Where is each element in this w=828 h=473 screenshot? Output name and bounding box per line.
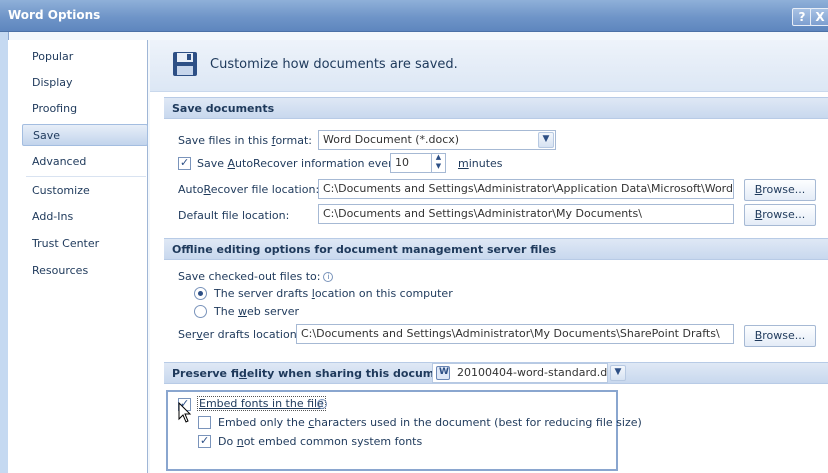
sidebar-item-resources[interactable]: Resources (32, 260, 88, 282)
fidelity-document-value: 20100404-word-standard.doc (457, 366, 608, 379)
embed-characters-checkbox[interactable] (198, 416, 211, 429)
close-button[interactable]: X (810, 8, 828, 26)
no-common-fonts-checkbox[interactable] (198, 434, 211, 448)
sidebar-item-popular[interactable]: Popular (32, 46, 73, 68)
floppy-disk-icon (173, 52, 197, 76)
word-document-icon (436, 366, 450, 380)
sidebar-item-display[interactable]: Display (32, 72, 73, 94)
minutes-label: minutes (458, 157, 503, 170)
fidelity-document-select[interactable]: 20100404-word-standard.doc (432, 363, 608, 383)
server-drafts-radio[interactable] (194, 287, 207, 300)
title-bar: Word Options ? X (0, 0, 828, 32)
section-save-documents: Save documents (164, 97, 828, 119)
default-location-browse-button[interactable]: Browse... (744, 204, 816, 226)
info-icon[interactable]: i (317, 399, 327, 409)
default-location-input[interactable]: C:\Documents and Settings\Administrator\… (318, 204, 734, 224)
autorecover-browse-button[interactable]: Browse... (744, 179, 816, 201)
sidebar-item-trust-center[interactable]: Trust Center (32, 233, 99, 255)
mouse-cursor-icon (178, 402, 192, 423)
page-header: Customize how documents are saved. (150, 40, 828, 92)
autorecover-checkbox[interactable] (178, 156, 191, 170)
chevron-down-icon[interactable]: ▼ (538, 132, 554, 148)
sidebar-item-add-ins[interactable]: Add-Ins (32, 206, 73, 228)
spin-down-icon[interactable]: ▼ (432, 162, 445, 171)
autorecover-location-label: AutoRecover file location: (178, 183, 320, 196)
save-format-value: Word Document (*.docx) (323, 133, 460, 146)
autorecover-label: Save AutoRecover information every (197, 157, 400, 170)
help-button[interactable]: ? (792, 8, 812, 26)
sidebar-divider (26, 176, 146, 177)
save-format-label: Save files in this format: (178, 134, 312, 147)
save-format-select[interactable]: Word Document (*.docx) (318, 130, 556, 150)
main-panel: Customize how documents are saved. Save … (150, 40, 828, 473)
info-icon[interactable]: i (323, 272, 334, 282)
window-title: Word Options (8, 8, 101, 22)
sidebar-item-advanced[interactable]: Advanced (32, 151, 86, 173)
server-drafts-radio-label: The server drafts location on this compu… (214, 287, 453, 300)
default-location-label: Default file location: (178, 209, 290, 222)
sidebar: Popular Display Proofing Save Advanced C… (8, 40, 148, 473)
section-offline-editing: Offline editing options for document man… (164, 238, 828, 260)
minutes-spinner[interactable]: ▲ ▼ (431, 153, 445, 173)
web-server-radio[interactable] (194, 305, 207, 318)
server-drafts-browse-button[interactable]: Browse... (744, 325, 816, 347)
chevron-down-icon[interactable]: ▼ (610, 365, 626, 381)
web-server-radio-label: The web server (214, 305, 300, 318)
save-checked-out-label: Save checked-out files to: i (178, 270, 334, 283)
sidebar-item-proofing[interactable]: Proofing (32, 98, 77, 120)
embed-fonts-label: Embed fonts in the file (197, 396, 326, 411)
sidebar-item-save[interactable]: Save (22, 124, 148, 146)
spin-up-icon[interactable]: ▲ (432, 153, 445, 162)
server-drafts-location-input[interactable]: C:\Documents and Settings\Administrator\… (296, 324, 734, 344)
autorecover-location-input[interactable]: C:\Documents and Settings\Administrator\… (318, 179, 734, 199)
sidebar-item-customize[interactable]: Customize (32, 180, 90, 202)
embed-characters-label: Embed only the characters used in the do… (218, 416, 642, 429)
server-drafts-location-label: Server drafts location: (178, 328, 301, 341)
autorecover-minutes-value: 10 (395, 156, 409, 169)
no-common-fonts-label: Do not embed common system fonts (218, 435, 423, 448)
page-title: Customize how documents are saved. (210, 57, 458, 72)
